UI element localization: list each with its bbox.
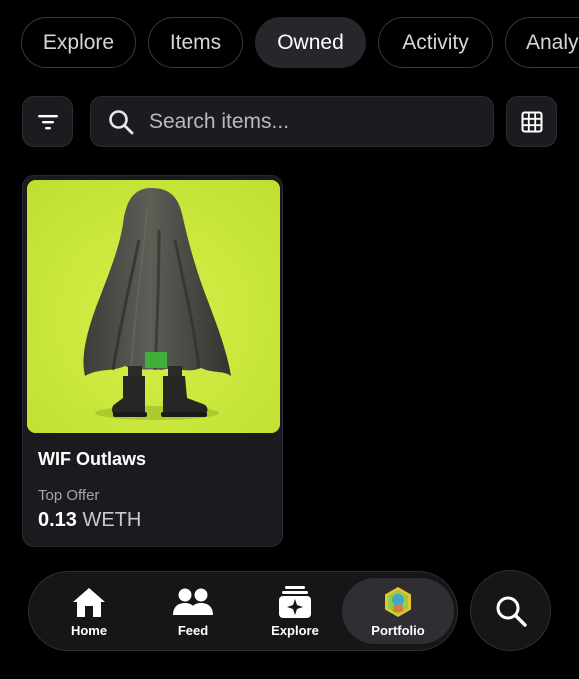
tab-analytics[interactable]: Analy (505, 17, 579, 68)
home-icon (71, 585, 107, 619)
nav-feed-label: Feed (177, 622, 209, 638)
nav-explore-label: Explore (271, 622, 319, 638)
search-input[interactable] (149, 109, 469, 134)
people-icon (172, 585, 214, 619)
tab-bar: Explore Items Owned Activity Analy (21, 17, 579, 68)
search-icon (496, 596, 527, 627)
tab-explore[interactable]: Explore (21, 17, 136, 68)
nav-feed[interactable]: Feed (153, 578, 233, 644)
filter-button[interactable] (22, 96, 73, 147)
nav-portfolio[interactable]: Portfolio (342, 578, 454, 644)
tab-owned[interactable]: Owned (255, 17, 366, 68)
nft-image (27, 180, 280, 433)
bottom-navigation: Home Feed Explore Portfolio (28, 571, 458, 651)
avatar-icon (382, 585, 414, 619)
nav-explore[interactable]: Explore (255, 578, 335, 644)
nav-home-label: Home (70, 622, 108, 638)
grid-view-button[interactable] (506, 96, 557, 147)
top-offer-value: 0.13 WETH (38, 509, 141, 532)
filter-icon (37, 114, 58, 129)
search-button[interactable] (470, 570, 551, 651)
tab-activity[interactable]: Activity (378, 17, 493, 68)
nft-card[interactable]: WIF Outlaws Top Offer 0.13 WETH (22, 175, 283, 547)
offer-amount: 0.13 (38, 509, 77, 531)
portfolio-page: Explore Items Owned Activity Analy Searc… (0, 0, 579, 679)
search-bar[interactable] (90, 96, 494, 147)
nav-portfolio-label: Portfolio (371, 622, 425, 638)
tab-items[interactable]: Items (148, 17, 243, 68)
grid-view-icon (521, 111, 542, 132)
top-offer-label: Top Offer (38, 487, 100, 504)
nft-name: WIF Outlaws (38, 449, 146, 469)
sparkle-cards-icon (278, 585, 312, 619)
offer-currency: WETH (82, 509, 142, 531)
nav-home[interactable]: Home (49, 578, 129, 644)
search-icon (107, 108, 135, 136)
